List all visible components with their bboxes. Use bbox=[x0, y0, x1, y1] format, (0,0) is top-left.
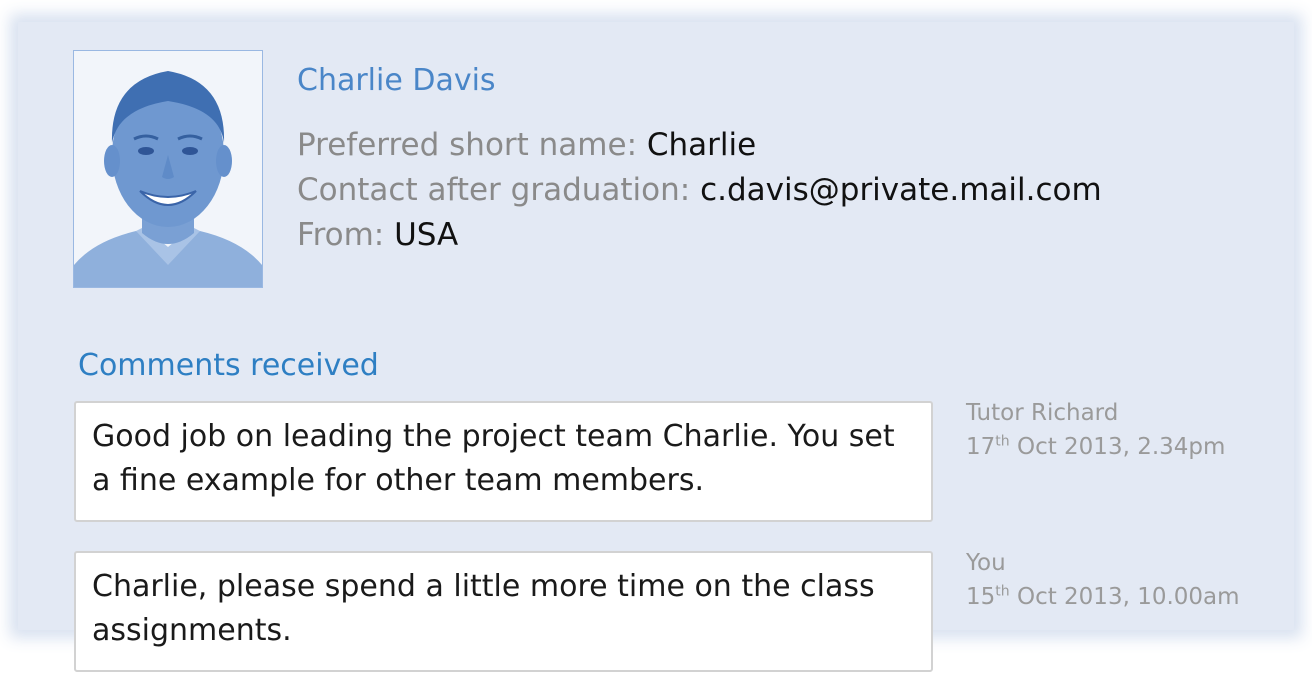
comment-box: Charlie, please spend a little more time… bbox=[74, 551, 933, 672]
profile-name: Charlie Davis bbox=[297, 63, 496, 98]
comment-text: Charlie, please spend a little more time… bbox=[92, 569, 875, 648]
comment-meta: You 15th Oct 2013, 10.00am bbox=[966, 546, 1240, 614]
comment-date: 15th Oct 2013, 10.00am bbox=[966, 583, 1240, 610]
field-label: Contact after graduation: bbox=[297, 172, 701, 208]
contact-email[interactable]: c.davis@private.mail.com bbox=[700, 172, 1102, 208]
comment-meta: Tutor Richard 17th Oct 2013, 2.34pm bbox=[966, 396, 1225, 464]
field-contact-after-graduation: Contact after graduation: c.davis@privat… bbox=[297, 171, 1102, 209]
person-avatar-icon bbox=[74, 51, 262, 287]
comment-author: Tutor Richard bbox=[966, 400, 1119, 426]
field-value: USA bbox=[394, 217, 459, 253]
field-value: Charlie bbox=[646, 127, 757, 163]
field-from: From: USA bbox=[297, 216, 458, 254]
profile-photo bbox=[73, 50, 263, 288]
comment-date: 17th Oct 2013, 2.34pm bbox=[966, 433, 1226, 460]
field-label: Preferred short name: bbox=[297, 127, 647, 163]
comment-text: Good job on leading the project team Cha… bbox=[92, 419, 895, 498]
comment-box: Good job on leading the project team Cha… bbox=[74, 401, 933, 522]
comments-title: Comments received bbox=[78, 348, 379, 383]
comment-author: You bbox=[966, 550, 1006, 576]
field-label: From: bbox=[297, 217, 395, 253]
field-preferred-short-name: Preferred short name: Charlie bbox=[297, 126, 756, 164]
